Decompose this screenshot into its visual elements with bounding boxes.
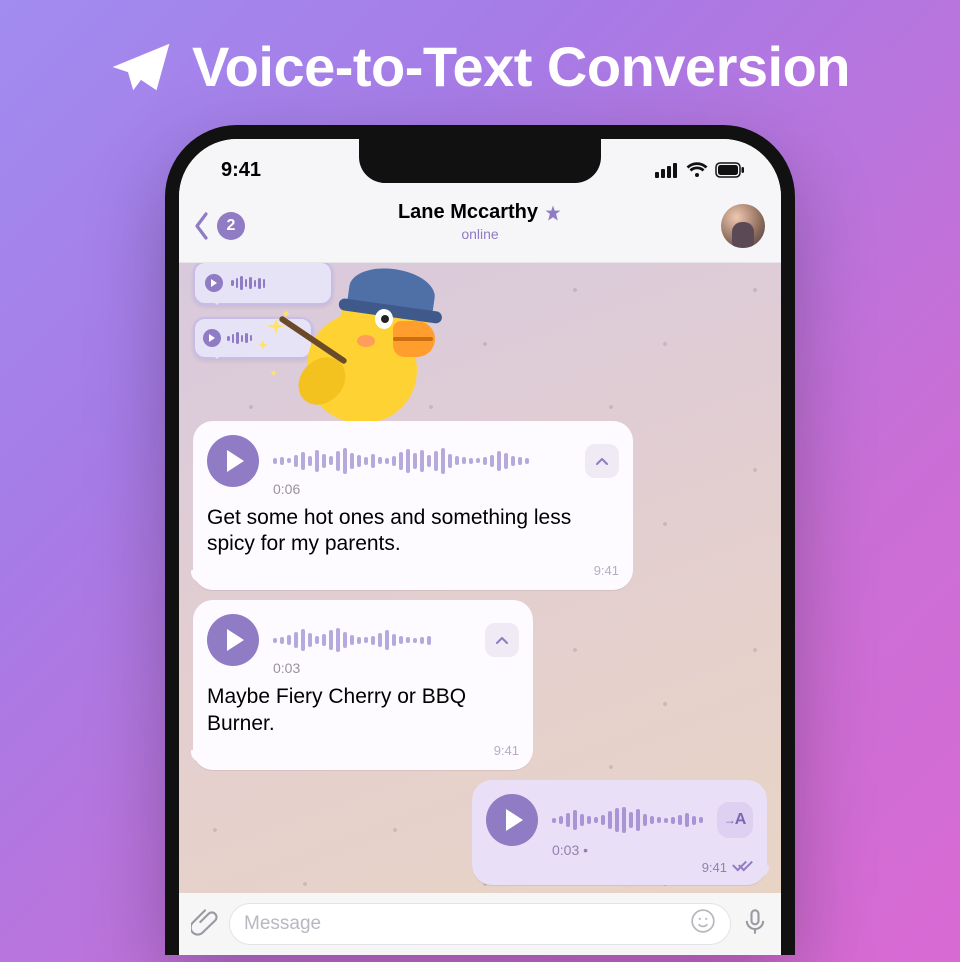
message-input-bar: Message — [179, 893, 781, 955]
transcribe-label: A — [735, 811, 747, 829]
attach-button[interactable] — [191, 908, 219, 941]
cellular-icon — [655, 162, 679, 178]
voice-message-in[interactable]: 0:03 Maybe Fiery Cherry or BBQ Burner. 9… — [193, 600, 533, 770]
status-icons — [655, 162, 745, 178]
message-timestamp: 9:41 — [494, 743, 519, 758]
paperclip-icon — [191, 908, 219, 936]
headline-text: Voice-to-Text Conversion — [192, 34, 850, 99]
voice-duration: 0:03 — [273, 660, 519, 676]
phone-notch — [359, 139, 601, 183]
voice-transcript: Maybe Fiery Cherry or BBQ Burner. — [207, 684, 519, 738]
premium-star-icon — [544, 204, 562, 222]
voice-message-out[interactable]: →A 0:03 • 9:41 — [472, 780, 767, 885]
read-receipt-icon — [733, 860, 753, 872]
duck-sticker[interactable]: ✦✦✦ — [279, 273, 435, 443]
status-time: 9:41 — [221, 159, 261, 182]
microphone-icon — [741, 908, 769, 936]
collapse-transcript-button[interactable] — [585, 444, 619, 478]
chat-title-block[interactable]: Lane Mccarthy online — [398, 201, 562, 242]
promo-background: Voice-to-Text Conversion 9:41 2 — [0, 0, 960, 962]
waveform[interactable] — [552, 800, 703, 840]
back-button[interactable]: 2 — [191, 212, 245, 240]
message-input[interactable]: Message — [229, 903, 731, 945]
play-button[interactable] — [486, 794, 538, 846]
waveform[interactable] — [273, 441, 571, 481]
transcribe-button[interactable]: →A — [717, 802, 753, 838]
chevron-left-icon — [191, 212, 213, 240]
message-placeholder: Message — [244, 913, 321, 935]
battery-icon — [715, 162, 745, 178]
waveform[interactable] — [273, 620, 471, 660]
voice-transcript: Get some hot ones and something less spi… — [207, 505, 619, 559]
message-timestamp: 9:41 — [702, 860, 727, 875]
unread-badge: 2 — [217, 212, 245, 240]
chat-contact-name: Lane Mccarthy — [398, 201, 538, 224]
voice-duration: 0:03 • — [552, 842, 588, 858]
phone-screen: 9:41 2 Lane Mccarthy o — [179, 139, 781, 955]
play-button[interactable] — [207, 435, 259, 487]
play-button[interactable] — [207, 614, 259, 666]
chevron-up-icon — [494, 632, 510, 648]
sticker-block: ✦✦✦ — [193, 273, 767, 411]
chat-status: online — [398, 226, 562, 242]
voice-message-in[interactable]: 0:06 Get some hot ones and something les… — [193, 421, 633, 591]
voice-record-button[interactable] — [741, 908, 769, 941]
phone-frame: 9:41 2 Lane Mccarthy o — [165, 125, 795, 955]
wifi-icon — [686, 162, 708, 178]
telegram-logo-icon — [110, 36, 172, 98]
chat-area[interactable]: ✦✦✦ — [179, 263, 781, 893]
sticker-button[interactable] — [690, 908, 716, 940]
message-timestamp: 9:41 — [594, 563, 619, 578]
sticker-smile-icon — [690, 908, 716, 934]
collapse-transcript-button[interactable] — [485, 623, 519, 657]
voice-duration: 0:06 — [273, 481, 619, 497]
headline: Voice-to-Text Conversion — [110, 34, 850, 99]
avatar[interactable] — [721, 204, 765, 248]
chevron-up-icon — [594, 453, 610, 469]
chat-navbar: 2 Lane Mccarthy online — [179, 195, 781, 263]
